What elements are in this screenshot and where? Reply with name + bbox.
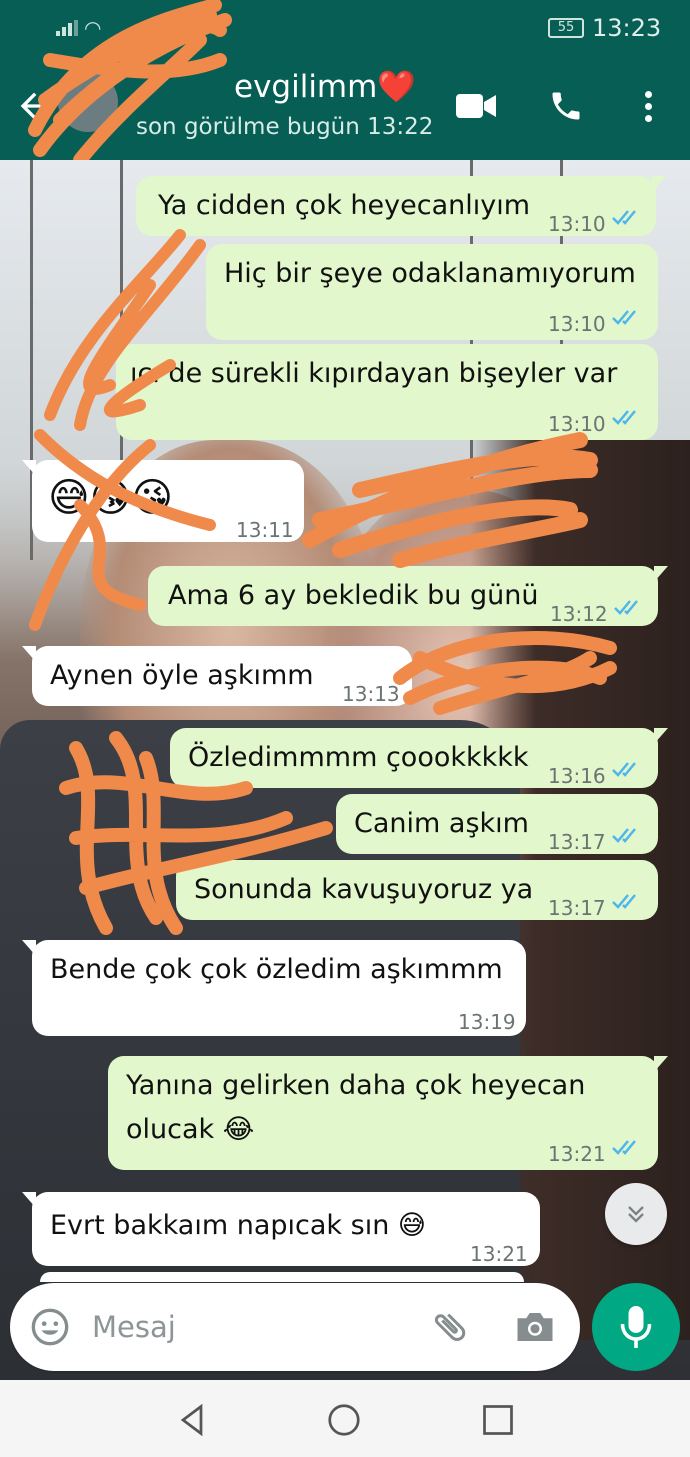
message-bubble-outgoing[interactable]: Özledimmmm çoookkkkk 13:16 [170,728,668,788]
microphone-icon [620,1306,652,1348]
contact-name[interactable]: evgilimm❤️ [234,68,416,105]
message-emoji-text: 😅😘😘 [48,475,174,521]
wifi-icon: ◠ [84,16,102,40]
video-camera-icon[interactable] [456,92,496,120]
status-time: 13:23 [592,14,662,42]
message-time: 13:10 [548,212,606,236]
nav-recents-icon[interactable] [480,1402,516,1438]
message-bubble-outgoing[interactable]: Yanına gelirken daha çok heyecan olucak … [108,1056,668,1170]
message-bubble-incoming[interactable]: Evrt bakkaım napıcak sın 😅 13:21 [22,1192,540,1266]
message-text-line2: olucak 😂 [126,1114,255,1145]
read-ticks-icon [614,600,638,615]
message-text: Bende çok çok özledim aşkımmm [50,954,503,985]
message-bubble-outgoing[interactable]: Ya cidden çok heyecanlıyım 13:10 [136,176,666,236]
message-time: 13:19 [458,1010,516,1034]
read-ticks-icon [612,410,636,425]
message-bubble-outgoing[interactable]: Sonunda kavuşuyoruz ya 13:17 [176,860,658,920]
message-bubble-outgoing[interactable]: Canim aşkım 13:17 [336,794,658,854]
signal-icon [56,20,78,36]
message-time: 13:21 [470,1242,528,1266]
read-ticks-icon [612,894,636,909]
read-ticks-icon [612,762,636,777]
read-ticks-icon [612,210,636,225]
nav-home-icon[interactable] [326,1402,362,1438]
message-bubble-outgoing[interactable]: Ama 6 ay bekledik bu günü 13:12 [148,566,668,626]
message-bubble-incoming[interactable]: Bende çok çok özledim aşkımmm 13:19 [22,940,526,1036]
read-ticks-icon [612,1140,636,1155]
message-bubble-incoming[interactable]: Aynen öyle aşkımm 13:13 [22,646,412,706]
avatar[interactable] [58,72,118,132]
message-text: Özledimmmm çoookkkkk [188,742,529,773]
message-bubble-outgoing[interactable]: Hiç bir şeye odaklanamıyorum 13:10 [206,244,658,340]
message-text: Evrt bakkaım napıcak sın 😅 [50,1210,427,1241]
message-text: Canim aşkım [354,808,529,839]
smiley-icon[interactable] [30,1307,70,1347]
message-time: 13:10 [548,312,606,336]
camera-icon[interactable] [514,1309,556,1345]
message-text: Sonunda kavuşuyoruz ya [194,874,534,905]
arrow-left-icon[interactable] [14,86,54,126]
nav-back-icon[interactable] [174,1402,210,1438]
read-ticks-icon [612,828,636,843]
paperclip-icon[interactable] [430,1307,470,1347]
voice-record-button[interactable] [592,1283,680,1371]
status-bar: ◠ 55 13:23 [0,10,690,42]
message-time: 13:21 [548,1142,606,1166]
message-time: 13:17 [548,830,606,854]
message-bubble-partial [40,1272,524,1282]
message-text: Ya cidden çok heyecanlıyım [158,190,531,221]
battery-icon: 55 [548,18,584,38]
message-time: 13:16 [548,764,606,788]
message-time: 13:13 [342,682,400,706]
message-time: 13:12 [550,602,608,626]
message-bubble-incoming[interactable]: 😅😘😘 13:11 [22,460,304,542]
system-nav-bar [0,1380,690,1457]
message-bubble-outgoing[interactable]: ıcı de sürekli kıpırdayan bişeyler var 1… [116,344,658,440]
message-text: Hiç bir şeye odaklanamıyorum [224,258,636,289]
message-time: 13:10 [548,412,606,436]
message-text: Aynen öyle aşkımm [50,660,314,691]
message-text: Ama 6 ay bekledik bu günü [168,580,539,611]
message-text-line1: Yanına gelirken daha çok heyecan [126,1070,586,1101]
more-vertical-icon[interactable] [640,88,656,128]
last-seen-status[interactable]: son görülme bugün 13:22 [136,114,433,140]
message-time: 13:11 [236,518,294,542]
message-time: 13:17 [548,896,606,920]
scroll-to-bottom-button[interactable] [605,1183,667,1245]
message-composer [10,1283,580,1371]
chat-header: ◠ 55 13:23 evgilimm❤️ son görülme bugün … [0,0,690,160]
read-ticks-icon [612,310,636,325]
message-input[interactable] [92,1301,412,1353]
double-chevron-down-icon [628,1206,644,1223]
phone-icon[interactable] [548,88,584,124]
message-text: ıcı de sürekli kıpırdayan bişeyler var [130,358,618,389]
